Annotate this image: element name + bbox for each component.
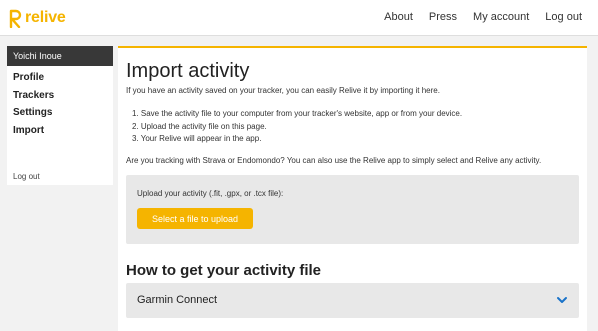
logo-text: relive — [25, 9, 66, 26]
steps-list: 1. Save the activity file to your comput… — [132, 108, 462, 146]
sidebar-menu: Profile Trackers Settings Import — [7, 66, 113, 139]
step-1: 1. Save the activity file to your comput… — [132, 109, 463, 118]
sidebar-item-import[interactable]: Import — [7, 122, 113, 140]
sidebar-user-name: Yoichi Inoue — [7, 46, 113, 66]
sidebar: Yoichi Inoue Profile Trackers Settings I… — [7, 46, 113, 185]
upload-panel: Upload your activity (.fit, .gpx, or .tc… — [126, 175, 579, 244]
nav-about-link[interactable]: About — [384, 11, 413, 23]
relive-logo-icon — [9, 9, 22, 28]
strava-note: Are you tracking with Strava or Endomond… — [126, 156, 542, 165]
relive-logo[interactable]: relive — [8, 8, 66, 28]
nav-logout-link[interactable]: Log out — [545, 11, 582, 23]
top-bar: relive About Press My account Log out — [0, 0, 598, 36]
nav-my-account-link[interactable]: My account — [473, 11, 529, 23]
main-content: Import activity If you have an activity … — [118, 46, 587, 331]
upload-label: Upload your activity (.fit, .gpx, or .tc… — [137, 189, 284, 198]
nav-press-link[interactable]: Press — [429, 11, 457, 23]
section-title: How to get your activity file — [126, 262, 322, 279]
page-title: Import activity — [126, 60, 250, 82]
step-2: 2. Upload the activity file on this page… — [132, 121, 267, 131]
accordion-garmin-connect[interactable]: Garmin Connect — [126, 283, 579, 318]
step-3: 3. Your Relive will appear in the app. — [132, 134, 262, 143]
top-nav: About Press My account Log out — [368, 11, 582, 23]
select-file-button[interactable]: Select a file to upload — [137, 208, 253, 229]
accordion-label: Garmin Connect — [137, 294, 218, 306]
intro-text: If you have an activity saved on your tr… — [126, 86, 440, 95]
sidebar-item-settings[interactable]: Settings — [7, 104, 113, 122]
sidebar-logout-link[interactable]: Log out — [13, 172, 40, 181]
sidebar-item-trackers[interactable]: Trackers — [7, 87, 113, 105]
chevron-down-icon[interactable] — [556, 294, 568, 306]
sidebar-item-profile[interactable]: Profile — [7, 69, 113, 87]
